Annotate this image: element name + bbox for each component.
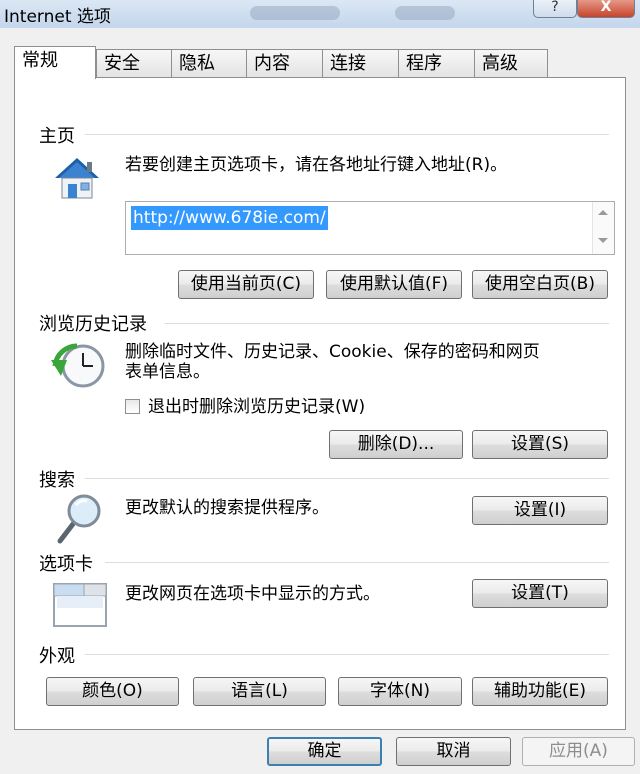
tabs-settings-button[interactable]: 设置(T) — [472, 579, 608, 608]
tabs-group-label: 选项卡 — [39, 554, 93, 575]
tab-content[interactable]: 内容 — [246, 49, 323, 78]
fonts-button[interactable]: 字体(N) — [338, 677, 462, 706]
divider — [85, 478, 609, 479]
delete-history-button[interactable]: 删除(D)... — [329, 430, 463, 459]
general-panel: 主页 若要创建主页选项卡，请在各地址行键入地址(R)。 http://www.6… — [14, 77, 626, 730]
apply-button[interactable]: 应用(A) — [522, 737, 635, 766]
use-default-button[interactable]: 使用默认值(F) — [326, 270, 462, 299]
homepage-description: 若要创建主页选项卡，请在各地址行键入地址(R)。 — [125, 155, 508, 175]
homepage-url-input[interactable]: http://www.678ie.com/ — [125, 201, 615, 255]
delete-on-exit-checkbox[interactable] — [125, 399, 140, 414]
tab-connections[interactable]: 连接 — [322, 49, 399, 78]
history-settings-button[interactable]: 设置(S) — [472, 430, 608, 459]
tab-privacy[interactable]: 隐私 — [171, 49, 247, 78]
delete-on-exit-label: 退出时删除浏览历史记录(W) — [148, 397, 366, 417]
close-button[interactable]: X — [577, 0, 635, 18]
divider — [85, 654, 609, 655]
tab-general[interactable]: 常规 — [14, 46, 96, 79]
tabs-description: 更改网页在选项卡中显示的方式。 — [125, 584, 380, 604]
divider — [165, 323, 609, 324]
appearance-group-label: 外观 — [39, 646, 75, 667]
scroll-down-icon[interactable] — [598, 238, 608, 243]
cancel-button[interactable]: 取消 — [396, 737, 511, 766]
languages-button[interactable]: 语言(L) — [193, 677, 326, 706]
url-scrollbar[interactable] — [592, 202, 614, 254]
homepage-url-text: http://www.678ie.com/ — [131, 206, 328, 230]
search-group-label: 搜索 — [39, 470, 75, 491]
dialog-body: 常规 安全 隐私 内容 连接 程序 高级 主页 若要创建主页选项卡，请在各地址行… — [0, 28, 640, 774]
use-blank-button[interactable]: 使用空白页(B) — [472, 270, 608, 299]
search-settings-button[interactable]: 设置(I) — [472, 496, 608, 525]
tab-advanced[interactable]: 高级 — [474, 49, 548, 78]
history-description-line1: 删除临时文件、历史记录、Cookie、保存的密码和网页 — [125, 342, 540, 362]
help-button[interactable]: ? — [533, 0, 577, 18]
tabs-icon — [53, 583, 107, 627]
tab-security[interactable]: 安全 — [96, 49, 172, 78]
blurred-region — [395, 6, 455, 20]
history-group-label: 浏览历史记录 — [39, 314, 147, 335]
house-icon — [55, 158, 99, 199]
scroll-up-icon[interactable] — [598, 210, 608, 215]
divider — [85, 134, 609, 135]
tab-programs[interactable]: 程序 — [398, 49, 475, 78]
history-description-line2: 表单信息。 — [125, 362, 210, 382]
blurred-region — [250, 6, 340, 20]
divider — [105, 562, 609, 563]
homepage-group-label: 主页 — [39, 126, 75, 147]
title-bar: Internet 选项 ? X — [0, 0, 640, 28]
accessibility-button[interactable]: 辅助功能(E) — [472, 677, 608, 706]
magnifier-icon — [57, 494, 101, 544]
history-clock-icon — [51, 343, 105, 388]
window-title: Internet 选项 — [4, 7, 111, 27]
ok-button[interactable]: 确定 — [267, 737, 382, 766]
use-current-button[interactable]: 使用当前页(C) — [178, 270, 314, 299]
colors-button[interactable]: 颜色(O) — [46, 677, 179, 706]
search-description: 更改默认的搜索提供程序。 — [125, 498, 329, 518]
